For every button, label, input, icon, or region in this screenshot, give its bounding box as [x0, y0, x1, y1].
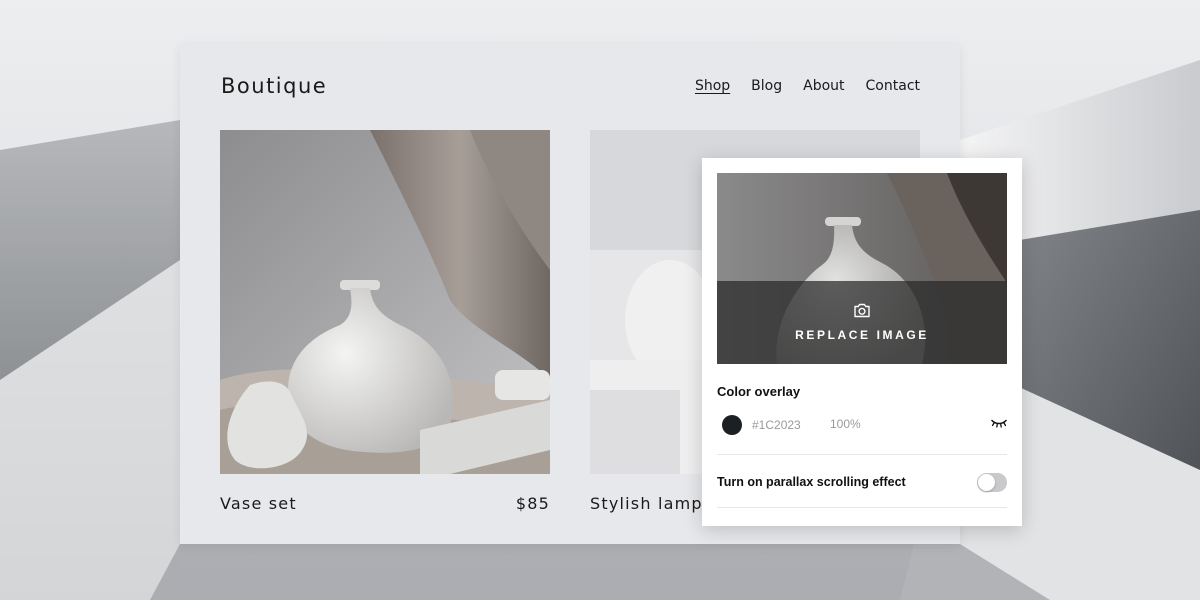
replace-image-label: REPLACE IMAGE	[795, 328, 929, 342]
product-name[interactable]: Vase set	[220, 494, 297, 513]
toggle-knob	[978, 474, 995, 491]
eye-closed-icon[interactable]	[991, 418, 1007, 428]
opacity-value[interactable]: 100%	[830, 417, 861, 431]
product-card[interactable]: Vase set $85	[220, 130, 550, 513]
nav-link-shop[interactable]: Shop	[695, 78, 730, 94]
nav-link-about[interactable]: About	[803, 78, 844, 94]
site-logo[interactable]: Boutique	[221, 74, 327, 98]
parallax-label: Turn on parallax scrolling effect	[717, 475, 906, 489]
replace-image-button[interactable]: REPLACE IMAGE	[717, 281, 1007, 364]
image-settings-panel: REPLACE IMAGE Color overlay #1C2023 100%…	[702, 158, 1022, 526]
background-image-preview[interactable]: REPLACE IMAGE	[717, 173, 1007, 364]
color-hex-value[interactable]: #1C2023	[752, 418, 801, 432]
divider	[717, 454, 1007, 455]
divider	[717, 507, 1007, 508]
color-overlay-row: #1C2023 100%	[722, 414, 1007, 436]
parallax-toggle[interactable]	[977, 473, 1007, 492]
nav-link-contact[interactable]: Contact	[866, 78, 920, 94]
product-image-vase-set[interactable]	[220, 130, 550, 474]
nav-link-blog[interactable]: Blog	[751, 78, 782, 94]
product-name[interactable]: Stylish lamp	[590, 494, 703, 513]
main-nav: Shop Blog About Contact	[695, 78, 920, 94]
color-overlay-title: Color overlay	[717, 384, 801, 399]
product-price: $85	[515, 494, 550, 513]
product-caption: Vase set $85	[220, 494, 550, 513]
color-swatch[interactable]	[722, 415, 742, 435]
camera-icon	[854, 303, 870, 318]
